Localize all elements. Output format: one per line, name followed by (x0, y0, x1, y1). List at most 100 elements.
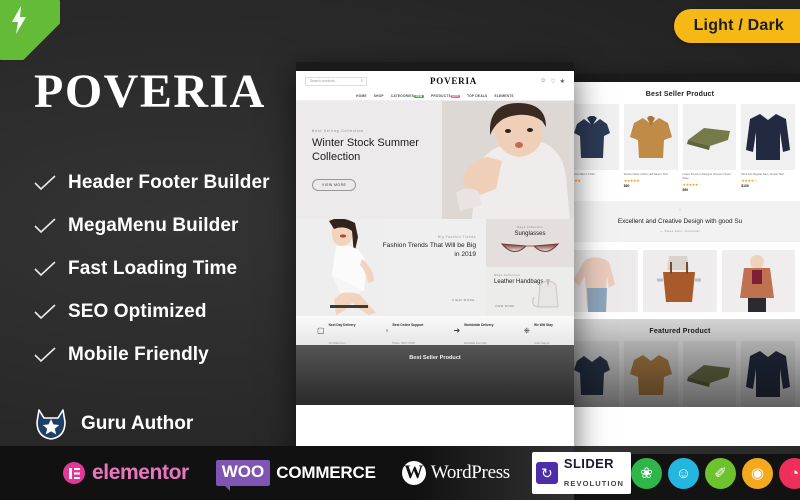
promo-model-photo[interactable] (296, 219, 382, 315)
technology-logo-bar: elementor WOO COMMERCE W WordPress ↻ SLI… (0, 446, 800, 500)
service-title: We Will Stay (534, 322, 553, 327)
footer-heading: Best Seller Product (409, 355, 461, 361)
product-image (741, 104, 795, 170)
nav-item-products[interactable]: PRODUCTS HOT (431, 94, 461, 98)
testimonial-block: “ Excellent and Creative Design with goo… (560, 201, 800, 243)
cart-icon[interactable]: ★ (560, 78, 565, 85)
hand-icon[interactable]: ❀ (631, 457, 663, 489)
wordpress-logo[interactable]: W WordPress (401, 461, 510, 485)
author-label: Guru Author (81, 413, 194, 434)
hero-model-photo (442, 101, 574, 219)
nav-item-shop[interactable]: SHOP (374, 94, 384, 98)
elementor-label: elementor (92, 461, 189, 484)
check-icon (34, 218, 56, 234)
headphone-icon: ◦ (385, 325, 389, 335)
hero-title: Winter Stock Summer Collection (312, 137, 419, 163)
feature-item: Header Footer Builder (34, 172, 302, 194)
product-price: $60 (623, 184, 630, 189)
truck-icon: ▢ (317, 325, 325, 335)
sunglasses-illustration (500, 243, 560, 253)
product-card[interactable]: Cotton Premium Designer Women's Scarf Wr… (682, 104, 737, 192)
smiley-chat-icon[interactable]: ☺ (668, 457, 700, 489)
rating-stars: ★★★★☆ (741, 178, 757, 184)
header-icon-group: ☺ ♡ ★ (540, 78, 565, 85)
service-item: ◦ Best Online Support Phone : 0876 7 8765 (386, 313, 424, 349)
product-price: $109 (741, 184, 749, 189)
product-image (682, 104, 737, 170)
search-icon[interactable]: ⚲ (361, 79, 363, 83)
best-seller-heading: Best Seller Product (645, 91, 715, 98)
promo-eyebrow: Mega Collection (516, 225, 544, 229)
nav-item-top-deals[interactable]: TOP DEALS (467, 94, 487, 98)
feature-item: MegaMenu Builder (34, 215, 302, 237)
search-input[interactable]: Search products... ⚲ (305, 76, 367, 86)
promo-trend-card[interactable]: Big Fashion Trends Fashion Trends That W… (382, 219, 486, 315)
promo-handbags-card[interactable]: Mega Collection Leather Handbags VIEW MO… (486, 267, 574, 315)
site-logo[interactable]: POVERIA (367, 76, 540, 86)
product-card[interactable]: Woolen Mens Cotton Half Sleeve Shirt ★★★… (623, 104, 678, 192)
lifestyle-photo-tote[interactable] (643, 250, 717, 313)
power-icon: ⎈ (523, 325, 531, 335)
lightning-bolt-icon (12, 6, 26, 34)
nav-item-categories[interactable]: CATEGORIES NEW (391, 94, 424, 98)
feature-list: Header Footer Builder MegaMenu Builder F… (34, 172, 302, 366)
feature-item: SEO Optimized (34, 301, 302, 323)
promo-sunglasses-card[interactable]: Mega Collection Sunglasses (486, 219, 574, 267)
product-name: Wool Knit Regular Navy Jumper Shirt (741, 173, 785, 176)
testimonial-text: Excellent and Creative Design with good … (617, 218, 743, 226)
account-icon[interactable]: ☺ (540, 78, 546, 85)
promo-eyebrow: Big Fashion Trends (437, 235, 476, 239)
feature-item: Fast Loading Time (34, 258, 302, 280)
promo-view-more-button[interactable]: VIEW MORE (495, 305, 515, 308)
wordpress-mark-icon: W (401, 461, 426, 485)
footer-section: Best Seller Product (296, 345, 574, 405)
slider-label-line2: REVOLUTION (563, 479, 625, 488)
promo-card-column: Mega Collection Sunglasses Mega Collecti… (486, 219, 574, 315)
feature-label: Mobile Friendly (68, 344, 209, 365)
service-title: Worldwide Delivery (464, 322, 494, 327)
lifestyle-photo-blouse[interactable] (565, 250, 639, 313)
microphone-icon[interactable]: ✐ (705, 457, 737, 489)
hero-slider[interactable]: Best Selling Collection Winter Stock Sum… (296, 101, 574, 219)
shipping-icon: ➜ (453, 325, 461, 335)
corner-ribbon (0, 0, 60, 60)
elementor-mark-icon (63, 462, 85, 484)
browser-topbar (296, 62, 574, 71)
product-image (623, 104, 678, 170)
section-overlay (560, 319, 800, 408)
service-item: ⎈ We Will Stay Under Stay 24 (524, 313, 553, 349)
nav-item-elements[interactable]: ELEMENTS (494, 94, 513, 98)
featured-product-section: Featured Product (560, 319, 800, 408)
wishlist-icon[interactable]: ♡ (550, 78, 555, 85)
quote-mark-icon: “ (679, 209, 681, 216)
website-mockup-primary[interactable]: Search products... ⚲ POVERIA ☺ ♡ ★ HOME … (296, 62, 574, 500)
promo-title: Sunglasses (514, 231, 546, 237)
nav-item-home[interactable]: HOME (356, 94, 367, 98)
page-title: POVERIA (34, 65, 266, 118)
product-card[interactable]: Wool Knit Regular Navy Jumper Shirt ★★★★… (741, 104, 795, 192)
website-mockup-secondary[interactable]: Best Seller Product Classic Polo Men's T… (560, 74, 800, 454)
promo-section: Big Fashion Trends Fashion Trends That W… (296, 219, 574, 315)
service-title: Best Online Support (392, 322, 424, 327)
rating-stars: ★★★★★ (623, 178, 640, 184)
rating-stars: ★★★★★ (682, 182, 699, 188)
light-dark-badge[interactable]: Light / Dark (673, 9, 800, 43)
service-item: ▢ Next Day Delivery On Orders Over (317, 313, 356, 349)
speedometer-icon[interactable]: ◔ (779, 457, 800, 489)
slider-revolution-logo[interactable]: ↻ SLIDER REVOLUTION (531, 452, 632, 494)
feature-label: SEO Optimized (68, 301, 207, 322)
woo-mark: WOO (215, 460, 271, 491)
eye-icon[interactable]: ◉ (742, 457, 774, 489)
hero-view-more-button[interactable]: VIEW MORE (312, 178, 357, 191)
elementor-logo[interactable]: elementor (63, 461, 189, 485)
search-placeholder: Search products... (310, 79, 338, 83)
product-name: Woolen Mens Cotton Half Sleeve Shirt (623, 173, 668, 176)
cat-star-badge-icon (36, 409, 66, 440)
woocommerce-logo[interactable]: WOO COMMERCE (215, 460, 376, 491)
lifestyle-photo-cardigan[interactable] (721, 250, 795, 313)
check-icon (34, 347, 56, 363)
service-feature-bar: ▢ Next Day Delivery On Orders Over ◦ Best… (296, 315, 574, 345)
testimonial-author: — Steve John, Customer (659, 229, 701, 234)
wordpress-label: WordPress (430, 462, 510, 483)
promo-view-more-button[interactable]: VIEW MORE (452, 298, 475, 302)
